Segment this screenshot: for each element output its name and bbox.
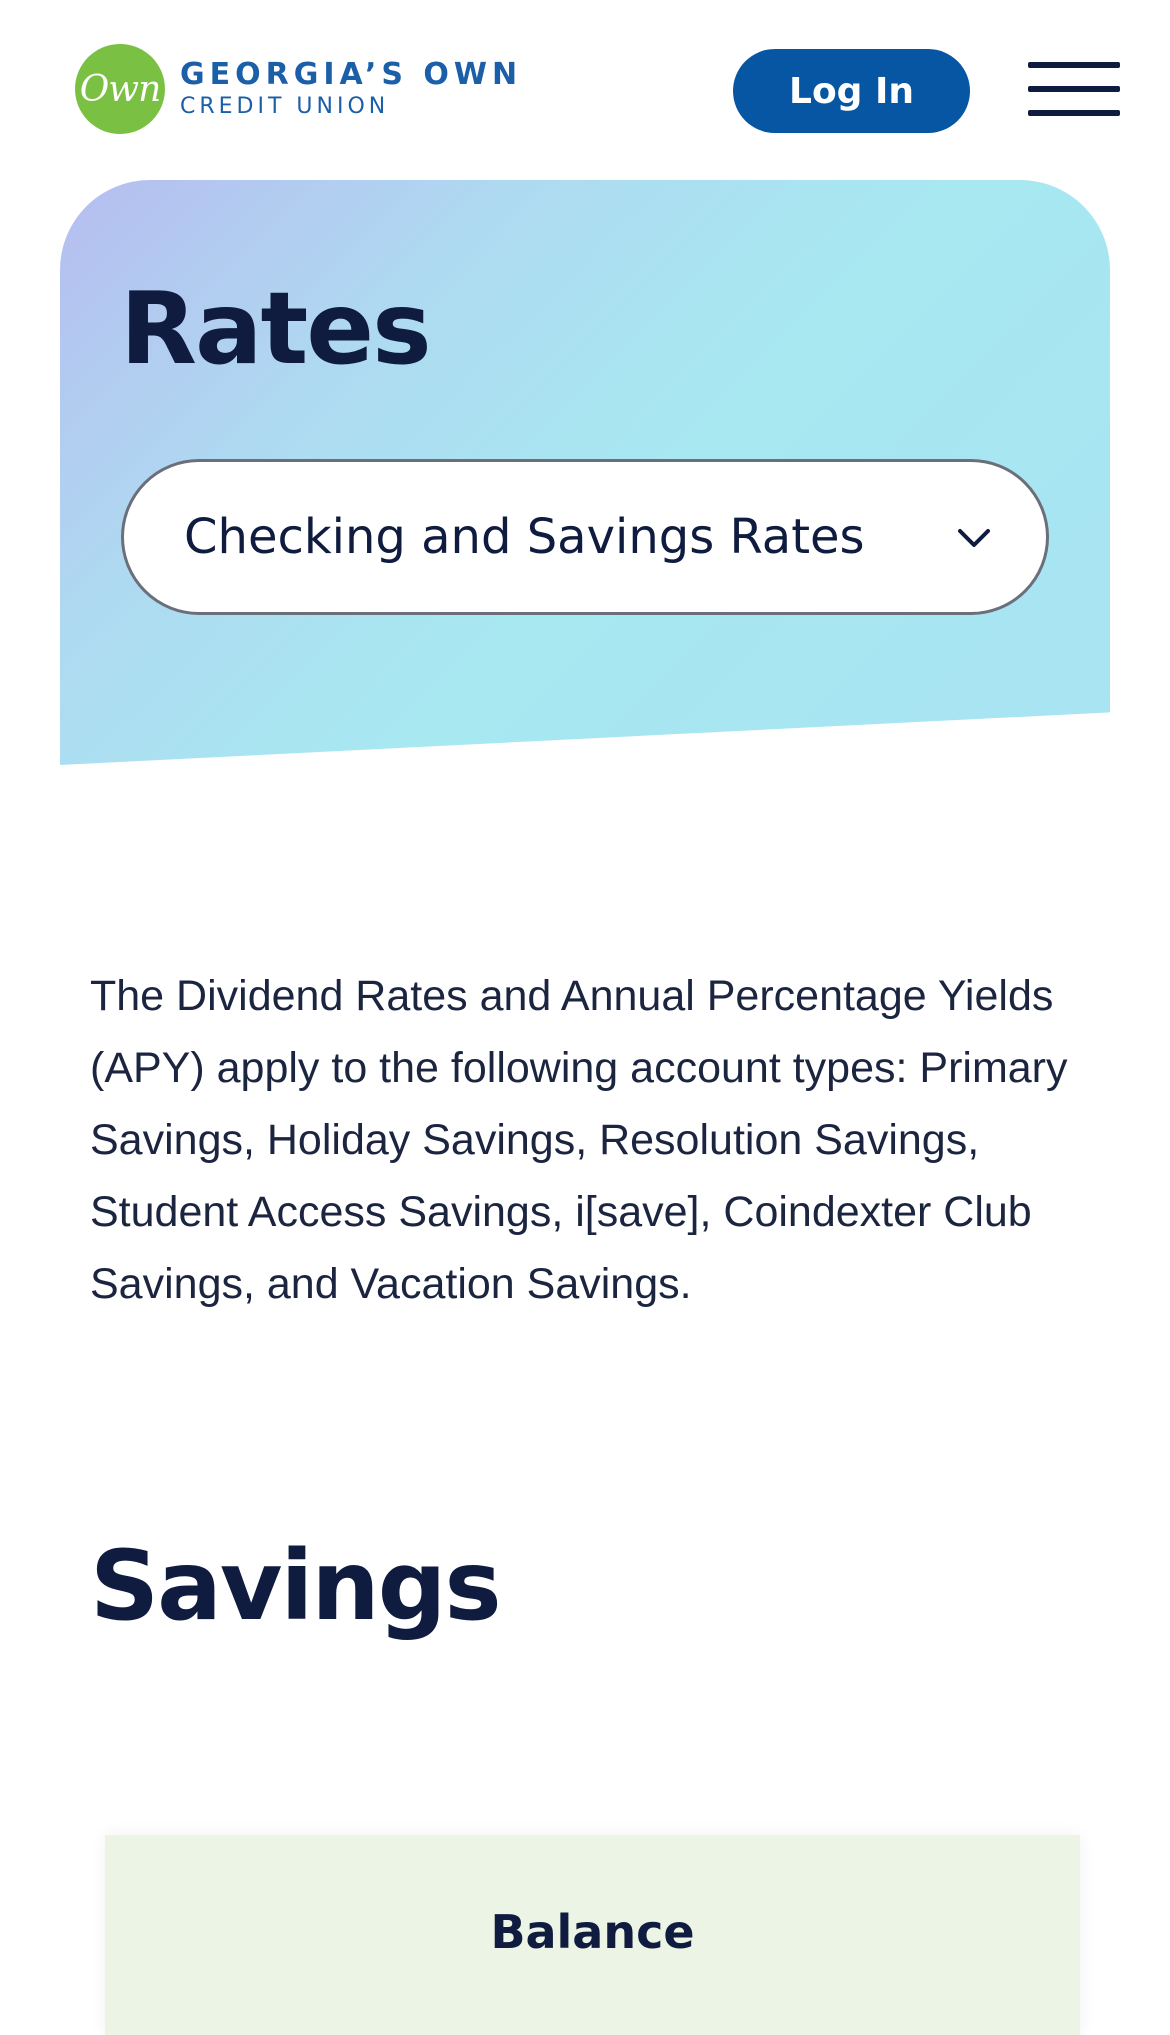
hero-banner: Rates Checking and Savings Rates (60, 180, 1110, 765)
rates-category-select[interactable]: Checking and Savings Rates (121, 459, 1049, 615)
table-header-balance: Balance (490, 1905, 695, 1959)
chevron-down-icon (958, 529, 990, 547)
hamburger-menu-icon[interactable] (1028, 62, 1120, 116)
menu-line-middle (1028, 86, 1120, 92)
logo-line-2: CREDIT UNION (180, 94, 390, 119)
menu-line-top (1028, 62, 1120, 68)
rates-select-value: Checking and Savings Rates (184, 509, 865, 565)
georgias-own-logo[interactable]: Own GEORGIA’S OWN CREDIT UNION (75, 44, 522, 134)
rates-intro-text: The Dividend Rates and Annual Percentage… (90, 972, 1068, 1308)
logo-line-1: GEORGIA’S OWN (180, 57, 523, 92)
logo-badge: Own (75, 44, 165, 134)
logo-wordmark: GEORGIA’S OWN CREDIT UNION (180, 60, 522, 118)
login-button[interactable]: Log In (733, 49, 970, 133)
savings-section-title: Savings (90, 1530, 502, 1642)
menu-line-bottom (1028, 110, 1120, 116)
site-header: Own GEORGIA’S OWN CREDIT UNION Log In (0, 0, 1170, 180)
page-title: Rates (120, 270, 432, 387)
savings-rates-table: Balance (105, 1835, 1080, 2035)
